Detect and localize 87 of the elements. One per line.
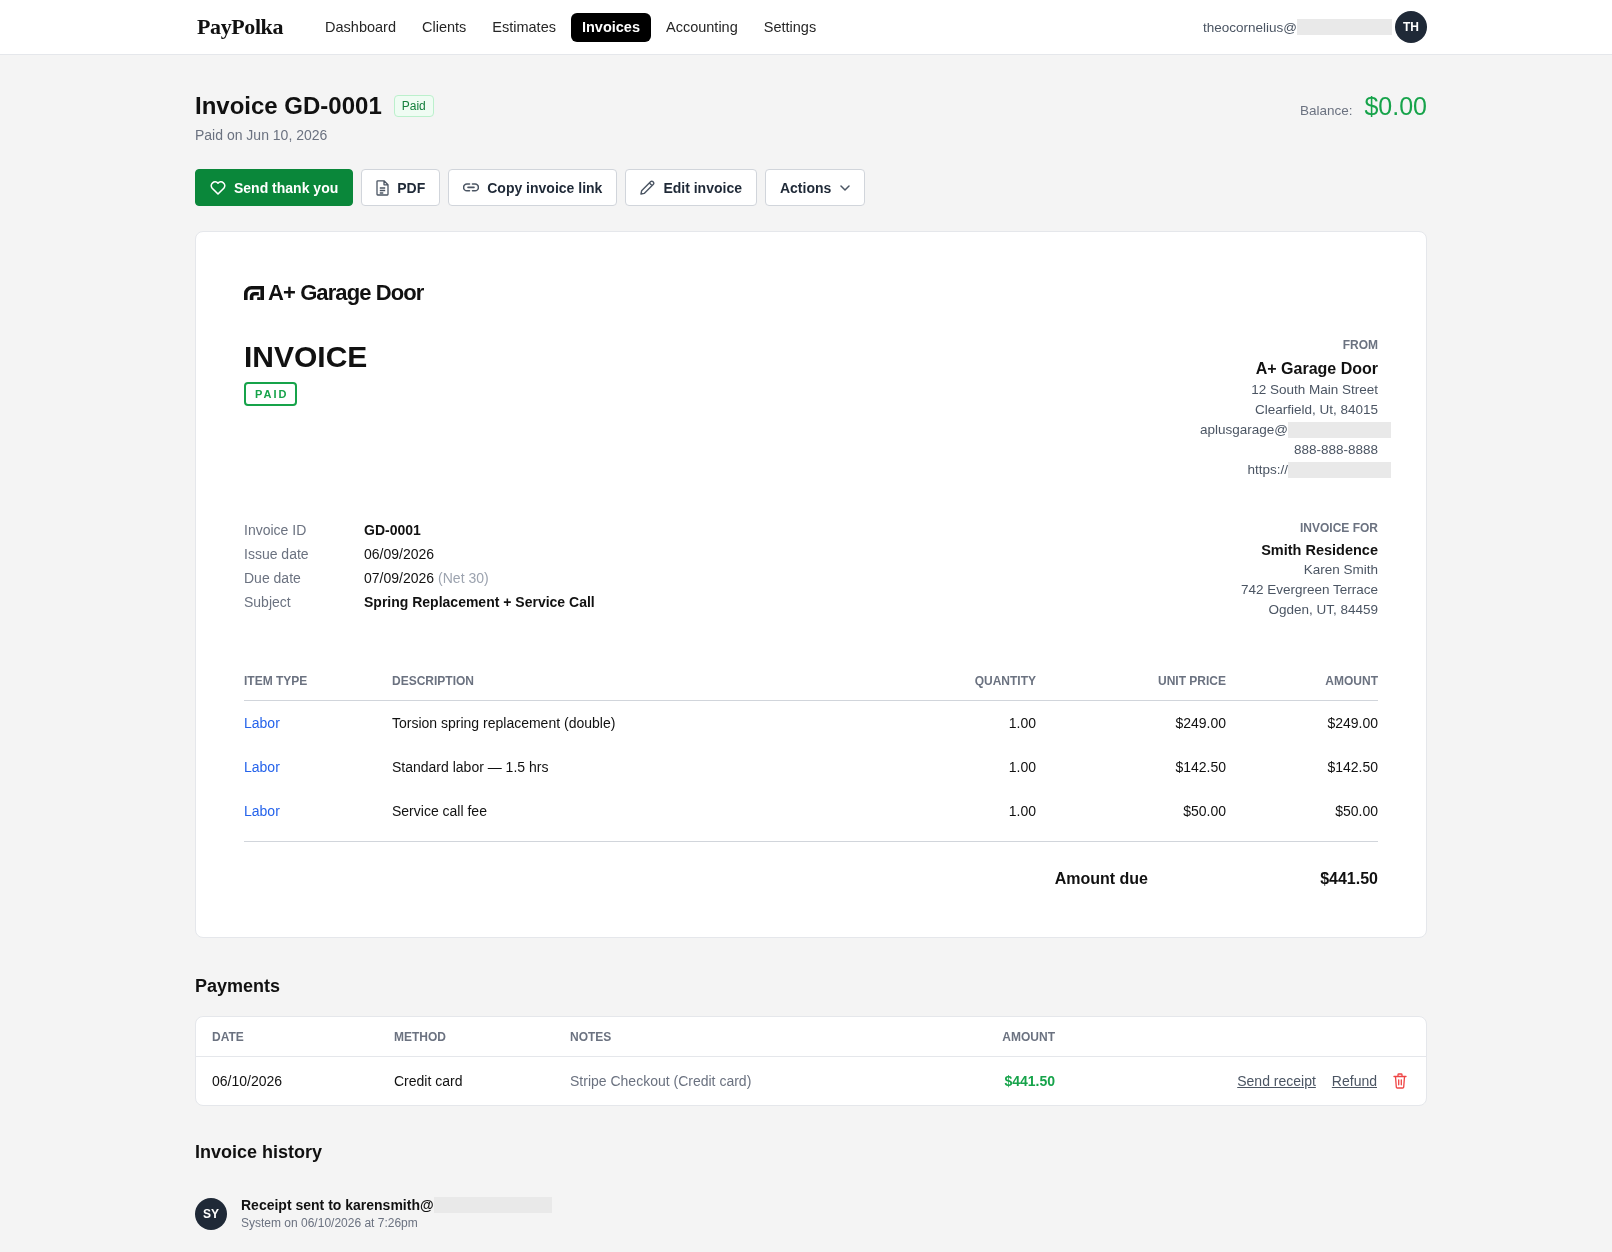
- address-line: aplusgarage@: [1200, 421, 1288, 439]
- column-header: METHOD: [394, 1029, 447, 1044]
- nav-tab[interactable]: Settings: [752, 12, 828, 42]
- nav-tab[interactable]: Estimates: [481, 12, 567, 42]
- address-line: 12 South Main Street: [1251, 381, 1378, 399]
- section-label: FROM: [1342, 337, 1378, 353]
- garage-logo-icon: [244, 286, 264, 300]
- payment-amount: $441.50: [1003, 1073, 1055, 1089]
- table-cell-text: Service call fee: [392, 803, 488, 819]
- company-name: A+ Garage Door: [1255, 359, 1378, 379]
- detail-value: 06/09/2026: [364, 546, 435, 562]
- table-cell-text: Torsion spring replacement (double): [392, 715, 617, 731]
- item-type-link[interactable]: Labor: [244, 803, 280, 819]
- page-title: Invoice GD-0001: [195, 91, 382, 121]
- table-cell-text: Stripe Checkout (Credit card): [570, 1073, 753, 1089]
- total-amount: $441.50: [1319, 869, 1378, 889]
- detail-value: GD-0001: [364, 522, 421, 538]
- column-header: AMOUNT: [1001, 1029, 1055, 1044]
- column-header: DATE: [212, 1029, 245, 1044]
- address-line: 888-888-8888: [1293, 441, 1378, 459]
- detail-label: Due date: [244, 570, 302, 586]
- status-badge: Paid: [393, 95, 434, 117]
- balance-amount: $0.00: [1364, 92, 1427, 121]
- table-cell-text: 1.00: [1007, 715, 1036, 731]
- user-avatar[interactable]: TH: [1395, 11, 1427, 43]
- table-cell-text: $50.00: [1334, 803, 1378, 819]
- nav-tab[interactable]: Invoices: [570, 12, 651, 42]
- pencil-icon: [640, 180, 656, 195]
- table-cell-text: $142.50: [1174, 759, 1226, 775]
- table-cell-text: 06/10/2026: [212, 1073, 284, 1089]
- address-line: 742 Evergreen Terrace: [1240, 581, 1378, 599]
- history-event-text: Receipt sent to karensmith@: [241, 1196, 434, 1214]
- column-header: DESCRIPTION: [392, 673, 475, 689]
- column-header: NOTES: [570, 1029, 613, 1044]
- table-cell-text: $249.00: [1326, 715, 1378, 731]
- nav-tab[interactable]: Accounting: [655, 12, 749, 42]
- document-title: INVOICE: [244, 339, 368, 375]
- table-cell-text: 1.00: [1007, 759, 1036, 775]
- app-logo[interactable]: PayPolka: [197, 14, 284, 40]
- row-action-link[interactable]: Send receipt: [1237, 1073, 1316, 1089]
- column-header: ITEM TYPE: [244, 673, 309, 689]
- table-cell-text: 1.00: [1007, 803, 1036, 819]
- pdf-button[interactable]: PDF: [361, 169, 441, 206]
- nav-tab[interactable]: Clients: [410, 12, 478, 42]
- table-cell-text: Credit card: [394, 1073, 464, 1089]
- heart-icon: [210, 180, 226, 195]
- table-cell-text: $249.00: [1174, 715, 1226, 731]
- chevron-down-icon: [840, 184, 851, 191]
- paid-stamp: PAID: [244, 382, 298, 406]
- detail-value: Spring Replacement + Service Call: [364, 594, 595, 610]
- table-cell-text: Standard labor — 1.5 hrs: [392, 759, 550, 775]
- history-event-meta: System on 06/10/2026 at 7:26pm: [241, 1216, 418, 1230]
- address-line: Ogden, UT, 84459: [1268, 601, 1378, 619]
- client-name: Smith Residence: [1261, 541, 1378, 560]
- address-line: https://: [1247, 461, 1288, 479]
- row-action-link[interactable]: Refund: [1331, 1073, 1377, 1089]
- company-logo-text: A+ Garage Door: [268, 280, 424, 306]
- detail-label: Issue date: [244, 546, 310, 562]
- copy-link-button[interactable]: Copy invoice link: [448, 169, 618, 206]
- delete-icon[interactable]: [1393, 1073, 1407, 1089]
- user-avatar: SY: [195, 1197, 227, 1230]
- actions-dropdown[interactable]: Actions: [764, 169, 866, 206]
- document-icon: [376, 179, 390, 196]
- detail-label: Invoice ID: [244, 522, 308, 538]
- detail-value: 07/09/2026: [364, 570, 435, 586]
- address-line: Karen Smith: [1303, 561, 1378, 579]
- section-title: Payments: [195, 975, 282, 998]
- section-label: INVOICE FOR: [1300, 520, 1378, 536]
- table-cell-text: $50.00: [1182, 803, 1226, 819]
- edit-invoice-button[interactable]: Edit invoice: [625, 169, 757, 206]
- balance-label: Balance:: [1299, 103, 1353, 118]
- column-header: QUANTITY: [973, 673, 1036, 689]
- total-label: Amount due: [1054, 869, 1148, 889]
- item-type-link[interactable]: Labor: [244, 715, 280, 731]
- column-header: AMOUNT: [1324, 673, 1378, 689]
- table-cell-text: $142.50: [1326, 759, 1378, 775]
- detail-label: Subject: [244, 594, 292, 610]
- item-type-link[interactable]: Labor: [244, 759, 280, 775]
- section-title: Invoice history: [195, 1141, 324, 1164]
- link-icon: [463, 183, 480, 192]
- address-line: Clearfield, Ut, 84015: [1254, 401, 1378, 419]
- column-header: UNIT PRICE: [1157, 673, 1226, 689]
- payment-terms-note: (Net 30): [438, 570, 489, 586]
- send-thank-you-button[interactable]: Send thank you: [195, 169, 354, 206]
- user-email: theocornelius@: [1203, 19, 1297, 35]
- paid-date-text: Paid on Jun 10, 2026: [195, 127, 328, 143]
- nav-tab[interactable]: Dashboard: [314, 12, 407, 42]
